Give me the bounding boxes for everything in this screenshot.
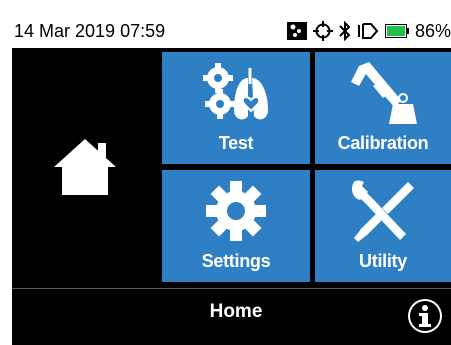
test-icon — [162, 60, 310, 130]
calibration-tile[interactable]: Calibration — [315, 52, 451, 164]
home-panel — [12, 52, 158, 286]
tools-icon — [315, 178, 451, 244]
page-title: Home — [209, 301, 263, 322]
battery-percent: 86% — [414, 20, 451, 41]
screen: 14 Mar 2019 07:59 86% Test Calibration S… — [12, 14, 451, 345]
settings-label: Settings — [201, 251, 271, 271]
bluetooth-icon — [339, 21, 351, 41]
image-icon — [286, 22, 307, 40]
info-icon — [406, 297, 444, 340]
test-tile[interactable]: Test — [162, 52, 310, 164]
bottom-divider — [12, 288, 451, 289]
utility-tile[interactable]: Utility — [315, 170, 451, 282]
utility-label: Utility — [359, 251, 407, 271]
home-icon — [54, 137, 116, 202]
usb-icon — [357, 21, 379, 41]
settings-tile[interactable]: Settings — [162, 170, 310, 282]
calibration-label: Calibration — [337, 133, 429, 153]
gear-icon — [162, 178, 310, 244]
info-button[interactable] — [405, 298, 445, 338]
test-label: Test — [218, 133, 254, 153]
battery-icon — [384, 24, 409, 38]
status-icons: 86% — [286, 19, 451, 43]
calibration-icon — [315, 60, 451, 130]
gps-icon — [312, 21, 333, 41]
datetime: 14 Mar 2019 07:59 — [14, 21, 166, 41]
status-bar: 14 Mar 2019 07:59 86% — [12, 14, 451, 48]
device-frame: 14 Mar 2019 07:59 86% Test Calibration S… — [0, 0, 451, 345]
